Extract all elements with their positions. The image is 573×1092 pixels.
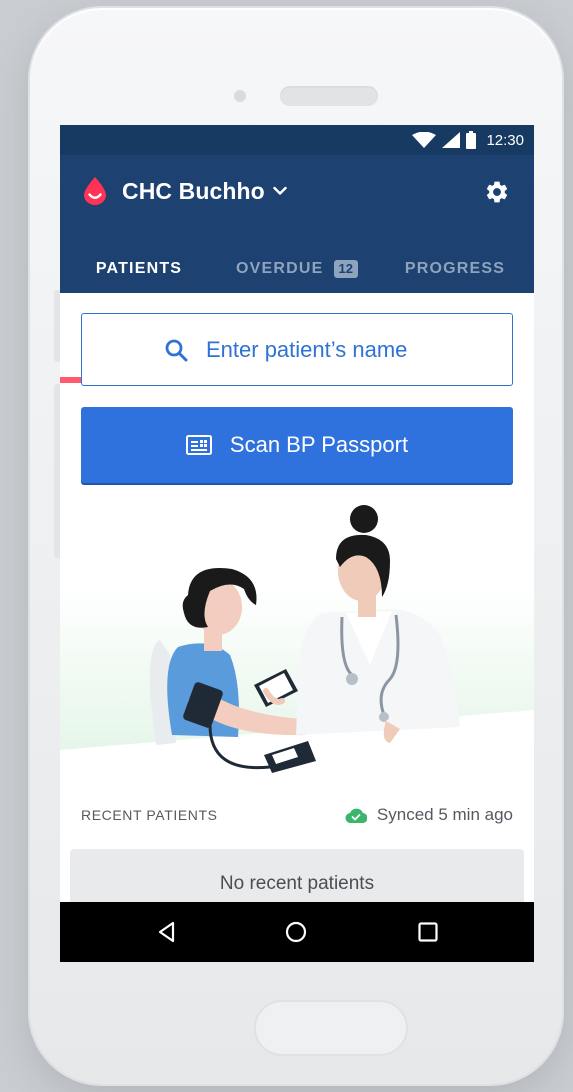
tab-bar: PATIENTS OVERDUE 12 PROGRESS	[60, 245, 534, 383]
facility-name: CHC Buchho	[122, 177, 265, 204]
recents-square-icon[interactable]	[416, 920, 440, 944]
tab-patients[interactable]: PATIENTS	[60, 245, 218, 293]
hardware-home-button[interactable]	[254, 1000, 408, 1056]
status-time: 12:30	[486, 131, 524, 149]
tab-overdue[interactable]: OVERDUE 12	[218, 245, 376, 293]
tab-progress[interactable]: PROGRESS	[376, 245, 534, 293]
patient-search-field[interactable]	[81, 313, 513, 386]
app-screen: 12:30 CHC Buchho PATIENTS OVERDUE 12 PRO…	[60, 125, 534, 962]
empty-state-text: No recent patients	[219, 873, 375, 894]
facility-selector[interactable]: CHC Buchho	[84, 177, 287, 205]
gear-icon[interactable]	[484, 179, 510, 205]
chevron-down-icon	[273, 186, 287, 195]
sync-status: Synced 5 min ago	[345, 805, 513, 825]
recent-patients-label: RECENT PATIENTS	[81, 807, 218, 823]
sync-status-text: Synced 5 min ago	[376, 805, 513, 824]
earpiece-speaker	[280, 86, 378, 106]
battery-icon	[466, 131, 477, 149]
status-icons: 12:30	[412, 131, 524, 149]
search-input[interactable]	[206, 336, 430, 363]
tab-patients-label: PATIENTS	[95, 260, 183, 277]
cloud-check-icon	[345, 808, 367, 823]
passport-icon	[185, 435, 212, 455]
wifi-icon	[412, 132, 437, 148]
scan-bp-passport-button[interactable]: Scan BP Passport	[81, 407, 513, 483]
doctor-patient-illustration	[60, 505, 534, 795]
status-bar: 12:30	[60, 125, 534, 155]
signal-icon	[442, 132, 461, 148]
blood-drop-icon	[84, 177, 106, 205]
recent-patients-header: RECENT PATIENTS Synced 5 min ago	[81, 805, 513, 825]
scan-button-label: Scan BP Passport	[229, 432, 409, 457]
front-camera	[234, 90, 246, 102]
app-bar: CHC Buchho PATIENTS OVERDUE 12 PROGRESS	[60, 155, 534, 383]
overdue-count-badge: 12	[333, 260, 358, 278]
search-icon	[165, 339, 188, 361]
tab-progress-label: PROGRESS	[404, 260, 506, 277]
system-nav-bar	[60, 902, 534, 962]
home-circle-icon[interactable]	[284, 920, 308, 944]
tab-overdue-label: OVERDUE	[236, 260, 324, 277]
back-icon[interactable]	[155, 920, 179, 944]
